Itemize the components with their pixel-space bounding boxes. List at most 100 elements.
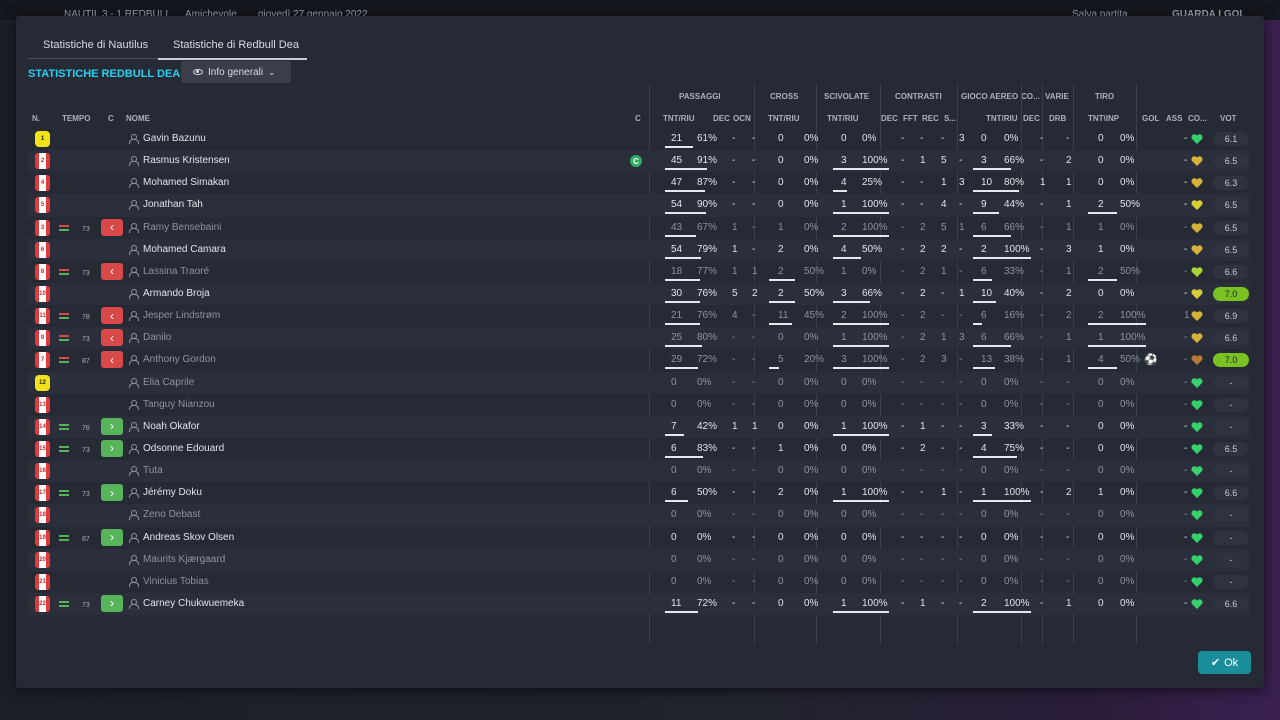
- sub-out-icon[interactable]: ‹: [101, 218, 123, 236]
- player-icon: [129, 288, 139, 299]
- shot-attempts: 0: [1098, 442, 1104, 454]
- dribbles: -: [1066, 133, 1070, 144]
- pass-dec: -: [732, 177, 736, 189]
- player-name[interactable]: Anthony Gordon: [143, 355, 216, 365]
- cross-attempts: 5: [778, 354, 784, 366]
- tab-nautilus-stats[interactable]: Statistiche di Nautilus: [43, 39, 148, 51]
- player-name[interactable]: Noah Okafor: [143, 421, 200, 432]
- tackle-fft: -: [920, 398, 924, 410]
- col-tackle-fft: FFT: [903, 114, 918, 123]
- assists: -: [1184, 420, 1188, 432]
- pass-ocn: -: [752, 531, 756, 543]
- player-name[interactable]: Ramy Bensebaini: [143, 222, 221, 233]
- player-name[interactable]: Tanguy Nianzou: [143, 399, 215, 410]
- shirt-icon: 14: [35, 418, 50, 435]
- cross-pct: 0%: [804, 553, 819, 565]
- table-row[interactable]: 3 73 ‹ Ramy Bensebaini 43 67% 1-1 0% 2 100% -2 5 1 6 6…: [28, 217, 1250, 239]
- player-name[interactable]: Jesper Lindstrøm: [143, 311, 220, 321]
- player-name[interactable]: Odsonne Edouard: [143, 443, 224, 454]
- table-row[interactable]: 19 87 › Andreas Skov Olsen 0 0% - - 0 0% 0 0% - - - - 0 0…: [28, 527, 1250, 549]
- table-row[interactable]: 13 Tanguy Nianzou 0 0% - - 0 0% 0 0% - - - - 0 0% - - 0 0% -…: [28, 394, 1250, 416]
- table-row[interactable]: 6 Mohamed Camara 54 79% 1-2 0% 4 50% -2 2-2 100% -3…: [28, 238, 1250, 261]
- table-row[interactable]: 11 78 ‹ Jesper Lindstrøm 21 76% 4-11 45% 2 100% -2…: [28, 305, 1250, 327]
- sub-out-icon[interactable]: ‹: [101, 307, 123, 325]
- player-name[interactable]: Tuta: [143, 466, 163, 476]
- player-name[interactable]: Andreas Skov Olsen: [143, 532, 234, 543]
- co-dec: -: [1040, 354, 1044, 366]
- player-name[interactable]: Mohamed Camara: [143, 244, 226, 255]
- tab-redbull-stats[interactable]: Statistiche di Redbull Dea: [173, 39, 299, 51]
- player-name[interactable]: Zeno Debast: [143, 510, 200, 520]
- table-row[interactable]: 18 Zeno Debast 0 0% - - 0 0% 0 0% - - - - 0 0% - - 0 0% - -: [28, 504, 1250, 527]
- co-dec: -: [1040, 509, 1044, 521]
- slide-pct: 100%: [862, 597, 888, 609]
- sub-out-icon[interactable]: ‹: [101, 351, 123, 369]
- table-row[interactable]: 17 73 › Jérémy Doku 6 50% - -2 0% 1 100% - -1-1 100% -…: [28, 482, 1250, 504]
- aerial-bar: [973, 610, 1031, 613]
- player-name[interactable]: Elia Caprile: [143, 377, 194, 388]
- slide-pct: 25%: [862, 177, 883, 189]
- player-name[interactable]: Maurits Kjærgaard: [143, 554, 225, 565]
- co-dec: -: [1040, 221, 1044, 233]
- cross-attempts: 0: [778, 420, 784, 432]
- ok-button[interactable]: ✔ Ok: [1198, 651, 1251, 674]
- tackle-fft: -: [920, 199, 924, 211]
- aerial-bar: [973, 190, 1019, 193]
- table-row[interactable]: 1 Gavin Bazunu 21 61% - - 0 0% 0 0% - - - 3 0 0% - - 0 0% - 6…: [28, 128, 1250, 150]
- player-name[interactable]: Jonathan Tah: [143, 200, 203, 210]
- player-name[interactable]: Carney Chukwuemeka: [143, 598, 244, 609]
- slide-pct: 100%: [862, 420, 888, 432]
- player-name[interactable]: Jérémy Doku: [143, 488, 202, 498]
- sub-in-icon[interactable]: ›: [101, 417, 123, 435]
- assists: -: [1184, 354, 1188, 366]
- table-row[interactable]: 20 Maurits Kjærgaard 0 0% - - 0 0% 0 0% - - - - 0 0% - - 0…: [28, 548, 1250, 571]
- player-name[interactable]: Mohamed Simakan: [143, 178, 229, 188]
- table-row[interactable]: 7 87 ‹ Anthony Gordon 29 72% - -5 20% 3 100% -2 3-13…: [28, 349, 1250, 371]
- cross-attempts: 0: [778, 465, 784, 477]
- check-icon: ✔: [1210, 657, 1221, 669]
- cross-pct: 0%: [804, 376, 819, 388]
- cross-bar: [769, 300, 795, 303]
- pass-attempts: 25: [671, 332, 683, 344]
- table-row[interactable]: 21 Vinicius Tobias 0 0% - - 0 0% 0 0% - - - - 0 0% - - 0 0%…: [28, 571, 1250, 593]
- player-name[interactable]: Gavin Bazunu: [143, 134, 206, 144]
- table-row[interactable]: 4 Mohamed Simakan 47 87% - -0 0% 4 25% - -1 3 10 80% 1…: [28, 172, 1250, 194]
- pass-attempts: 11: [671, 597, 682, 609]
- shot-attempts: 0: [1098, 531, 1104, 543]
- sub-out-icon[interactable]: ‹: [101, 329, 123, 347]
- player-rating: -: [1213, 574, 1249, 589]
- tackle-rec: -: [941, 310, 945, 322]
- player-name[interactable]: Rasmus Kristensen: [143, 156, 230, 166]
- cross-attempts: 0: [778, 531, 784, 543]
- sub-out-icon[interactable]: ‹: [101, 262, 123, 280]
- table-row[interactable]: 2 Rasmus Kristensen C 45 91% - -0 0% 3 100% -1 5-3 6…: [28, 150, 1250, 173]
- cross-attempts: 0: [778, 199, 784, 211]
- substitution-icon: [59, 313, 69, 320]
- view-select-dropdown[interactable]: Info generali ⌄: [181, 61, 291, 83]
- slide-attempts: 4: [841, 243, 847, 255]
- cross-pct: 0%: [804, 199, 819, 211]
- table-row[interactable]: 9 73 ‹ Danilo 25 80% - -0 0% 1 100% -2 1 3 6 66% -1 1 100%…: [28, 327, 1250, 350]
- sub-in-icon[interactable]: ›: [101, 484, 123, 502]
- assists: -: [1184, 553, 1188, 565]
- col-captain: C: [635, 114, 641, 123]
- sub-in-icon[interactable]: ›: [101, 528, 123, 546]
- table-row[interactable]: 5 Jonathan Tah 54 90% - -0 0% 1 100% - -4-9 44% -1 2 5…: [28, 194, 1250, 217]
- player-name[interactable]: Danilo: [143, 333, 171, 343]
- table-row[interactable]: 12 Elia Caprile 0 0% - - 0 0% 0 0% - - - - 0 0% - - 0 0% - -: [28, 371, 1250, 394]
- condition-heart-icon: [1191, 354, 1203, 366]
- table-row[interactable]: 16 Tuta 0 0% - - 0 0% 0 0% - - - - 0 0% - - 0 0% - -: [28, 460, 1250, 483]
- table-row[interactable]: 15 73 › Odsonne Edouard 6 83% - - 1 0% 0 0% - 2 - - 4 75%…: [28, 438, 1250, 460]
- table-row[interactable]: 8 73 ‹ Lassina Traoré 18 77% 1 1 2 50% 1 0% -2 1-6 33%…: [28, 261, 1250, 283]
- shirt-icon: 2: [35, 153, 50, 170]
- sub-minute: 78: [82, 314, 90, 322]
- sub-in-icon[interactable]: ›: [101, 439, 123, 457]
- player-name[interactable]: Armando Broja: [143, 288, 210, 299]
- player-name[interactable]: Lassina Traoré: [143, 266, 209, 277]
- table-row[interactable]: 10 Armando Broja 30 76% 5 2 2 50% 3 66% - 2 - 1 10 40% -…: [28, 282, 1250, 306]
- player-name[interactable]: Vinicius Tobias: [143, 576, 209, 587]
- sub-in-icon[interactable]: ›: [101, 594, 123, 612]
- pass-attempts: 7: [671, 420, 677, 432]
- table-row[interactable]: 14 78 › Noah Okafor 7 42% 1 1 0 0% 1 100% -1- -3 33% - -…: [28, 415, 1250, 438]
- table-row[interactable]: 22 73 › Carney Chukwuemeka 11 72% - -0 0% 1 100% -1…: [28, 592, 1250, 616]
